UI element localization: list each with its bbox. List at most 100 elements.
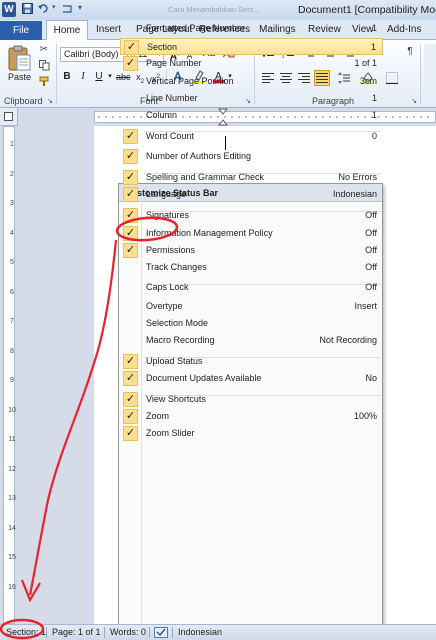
status-language[interactable]: Indonesian — [178, 627, 222, 637]
menu-item-value: Insert — [354, 301, 377, 311]
checkmark-icon: ✓ — [123, 243, 138, 258]
checkmark-icon: ✓ — [123, 354, 138, 369]
styles-gallery-edge[interactable] — [424, 44, 436, 94]
customize-qat-icon[interactable]: ▾ — [78, 3, 82, 12]
menu-item-zoom-slider[interactable]: ✓ Zoom Slider — [120, 425, 383, 442]
menu-item-language[interactable]: ✓ Language Indonesian — [120, 186, 383, 203]
format-painter-icon[interactable] — [38, 76, 50, 88]
menu-item-line-number[interactable]: Line Number 1 — [120, 90, 383, 107]
menu-item-formatted-page-number[interactable]: Formatted Page Number 1 — [120, 20, 383, 37]
copy-icon[interactable] — [38, 60, 50, 72]
menu-item-section[interactable]: ✓ Section 1 — [120, 38, 383, 55]
vertical-ruler-number: 14 — [8, 524, 16, 532]
tab-selector[interactable] — [0, 108, 18, 126]
menu-item-page-number[interactable]: ✓ Page Number 1 of 1 — [120, 55, 383, 72]
show-formatting-icon[interactable]: ¶ — [404, 46, 416, 58]
tab-insert[interactable]: Insert — [96, 24, 121, 35]
tab-add-ins[interactable]: Add-Ins — [387, 24, 421, 35]
vertical-ruler-number: 10 — [8, 406, 16, 414]
menu-item-label: Macro Recording — [146, 335, 215, 345]
redo-icon[interactable] — [62, 3, 73, 17]
menu-item-overtype[interactable]: Overtype Insert — [120, 298, 383, 315]
checkmark-icon: ✓ — [123, 392, 138, 407]
menu-item-caps-lock[interactable]: Caps Lock Off — [120, 279, 383, 296]
menu-item-value: 3cm — [359, 76, 377, 86]
menu-item-label: Spelling and Grammar Check — [146, 172, 265, 182]
group-divider — [56, 44, 57, 104]
vertical-ruler-number: 3 — [10, 200, 14, 207]
borders-icon[interactable] — [386, 72, 399, 85]
menu-item-label: Line Number — [146, 93, 198, 103]
menu-item-macro-recording[interactable]: Macro Recording Not Recording — [120, 332, 383, 349]
menu-item-value: Off — [365, 210, 377, 220]
paste-label: Paste — [8, 72, 32, 82]
vertical-ruler-number: 9 — [10, 377, 14, 384]
menu-item-spelling-and-grammar-check[interactable]: ✓ Spelling and Grammar Check No Errors — [120, 169, 383, 186]
window-title: Document1 [Compatibility Mod — [298, 4, 436, 16]
title-bar: W ▾ ▾ Cara Menambahkan Sect... Document1… — [0, 0, 436, 20]
status-divider — [46, 627, 47, 638]
menu-item-label: Signatures — [146, 210, 190, 220]
tab-file[interactable]: File — [0, 21, 42, 40]
vertical-ruler-number: 4 — [10, 229, 14, 237]
menu-item-information-management-policy[interactable]: ✓ Information Management Policy Off — [120, 225, 383, 242]
paste-button[interactable] — [6, 44, 32, 72]
menu-item-label: Zoom Slider — [146, 428, 195, 438]
vertical-ruler-number: 2 — [10, 170, 14, 178]
vertical-ruler-number: 8 — [10, 347, 14, 355]
menu-item-value: Not Recording — [319, 335, 377, 345]
menu-item-word-count[interactable]: ✓ Word Count 0 — [120, 128, 383, 145]
menu-item-value: 1 — [371, 23, 377, 33]
vertical-ruler-number: 6 — [10, 288, 14, 296]
proofing-icon[interactable] — [154, 627, 168, 640]
undo-icon[interactable] — [38, 3, 49, 17]
menu-item-number-of-authors-editing[interactable]: ✓ Number of Authors Editing — [120, 148, 383, 165]
clipboard-launcher-icon[interactable]: ↘ — [44, 96, 56, 108]
save-icon[interactable] — [22, 3, 33, 17]
menu-item-zoom[interactable]: ✓ Zoom 100% — [120, 408, 383, 425]
menu-item-value: 0 — [371, 131, 377, 141]
menu-item-column[interactable]: Column 1 — [120, 107, 383, 124]
vertical-ruler-number: 16 — [8, 583, 16, 591]
menu-item-label: Page Number — [146, 58, 202, 68]
paragraph-launcher-icon[interactable]: ↘ — [408, 96, 420, 108]
menu-item-view-shortcuts[interactable]: ✓ View Shortcuts — [120, 391, 383, 408]
word-logo-icon[interactable]: W — [2, 2, 16, 17]
tab-home[interactable]: Home — [46, 20, 88, 41]
vertical-ruler[interactable]: 1 2 3 4 5 6 7 8 9 10 11 12 13 14 15 16 — [0, 126, 18, 624]
menu-item-label: Information Management Policy — [146, 228, 273, 238]
menu-item-track-changes[interactable]: Track Changes Off — [120, 259, 383, 276]
checkmark-icon: ✓ — [123, 226, 138, 241]
italic-button[interactable]: I — [78, 70, 88, 84]
bold-button[interactable]: B — [62, 70, 72, 84]
menu-item-value: Off — [365, 228, 377, 238]
menu-item-label: Selection Mode — [146, 318, 209, 328]
status-words[interactable]: Words: 0 — [110, 627, 146, 637]
customize-status-bar-menu: Customize Status Bar Formatted Page Numb… — [118, 23, 383, 626]
menu-item-value: Off — [365, 282, 377, 292]
menu-item-value: No — [365, 373, 377, 383]
clipboard-group-label: Clipboard — [4, 96, 43, 106]
menu-item-value: Off — [365, 262, 377, 272]
menu-item-label: Overtype — [146, 301, 183, 311]
checkmark-icon: ✓ — [123, 409, 138, 424]
menu-item-document-updates-available[interactable]: ✓ Document Updates Available No — [120, 370, 383, 387]
vertical-ruler-number: 15 — [8, 554, 16, 561]
menu-item-permissions[interactable]: ✓ Permissions Off — [120, 242, 383, 259]
status-section[interactable]: Section: 1 — [6, 627, 46, 637]
menu-item-value: 100% — [353, 411, 377, 421]
group-divider — [420, 44, 421, 104]
menu-item-value: 1 — [371, 110, 377, 120]
underline-button[interactable]: U — [94, 70, 104, 84]
menu-item-value: Off — [365, 245, 377, 255]
checkmark-icon: ✓ — [123, 56, 138, 71]
undo-dropdown-icon[interactable]: ▾ — [52, 3, 56, 11]
menu-item-selection-mode[interactable]: Selection Mode — [120, 315, 383, 332]
underline-dropdown-icon[interactable]: ▾ — [106, 70, 114, 84]
vertical-ruler-number: 12 — [8, 465, 16, 473]
menu-item-upload-status[interactable]: ✓ Upload Status — [120, 353, 383, 370]
cut-icon[interactable]: ✂ — [38, 44, 50, 56]
menu-item-signatures[interactable]: ✓ Signatures Off — [120, 207, 383, 224]
status-page[interactable]: Page: 1 of 1 — [52, 627, 101, 637]
menu-item-vertical-page-position[interactable]: Vertical Page Position 3cm — [120, 73, 383, 90]
